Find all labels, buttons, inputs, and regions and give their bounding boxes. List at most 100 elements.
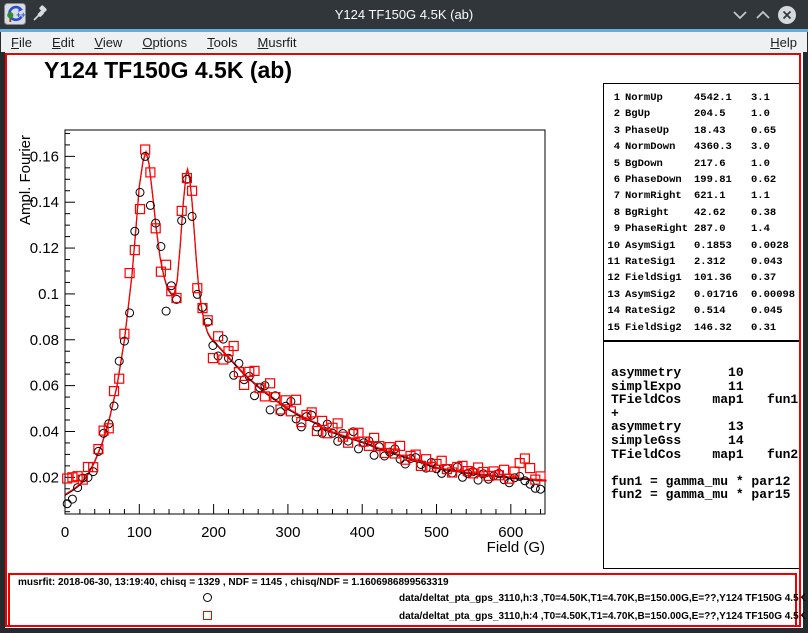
- data-point-circle: [308, 411, 316, 419]
- data-point-circle: [459, 473, 467, 481]
- param-val: 287.0: [694, 221, 746, 237]
- data-point-square: [214, 332, 223, 341]
- data-point-circle: [370, 451, 378, 459]
- param-err: 0.62: [751, 172, 799, 188]
- param-name: PhaseDown: [625, 172, 689, 188]
- param-no: 6: [607, 172, 620, 188]
- data-point-circle: [235, 359, 243, 367]
- param-no: 4: [607, 139, 620, 155]
- param-err: 1.4: [751, 221, 799, 237]
- param-name: AsymSig2: [625, 287, 689, 303]
- param-no: 8: [607, 205, 620, 221]
- param-err: 0.00098: [751, 287, 799, 303]
- circle-marker-icon: [203, 593, 212, 602]
- param-val: 4542.1: [694, 90, 746, 106]
- param-name: NormDown: [625, 139, 689, 155]
- param-name: NormRight: [625, 188, 689, 204]
- data-point-square: [229, 342, 238, 351]
- param-name: RateSig1: [625, 254, 689, 270]
- param-err: 0.38: [751, 205, 799, 221]
- data-point-circle: [219, 335, 227, 343]
- data-point-square: [177, 206, 186, 215]
- data-point-square: [162, 260, 171, 269]
- param-err: 0.65: [751, 123, 799, 139]
- param-name: FieldSig1: [625, 270, 689, 286]
- data-point-circle: [261, 382, 269, 390]
- param-name: FieldSig2: [625, 320, 689, 336]
- data-point-circle: [115, 357, 123, 365]
- param-err: 0.37: [751, 270, 799, 286]
- y-tick-label: 0.12: [30, 240, 59, 257]
- plot-frame: [65, 130, 545, 514]
- param-val: 621.1: [694, 188, 746, 204]
- x-tick-label: 300: [275, 524, 300, 541]
- param-no: 13: [607, 287, 620, 303]
- param-no: 9: [607, 221, 620, 237]
- param-no: 7: [607, 188, 620, 204]
- y-tick-label: 0.04: [30, 423, 59, 440]
- param-val: 146.32: [694, 320, 746, 336]
- param-name: NormUp: [625, 90, 689, 106]
- param-no: 1: [607, 90, 620, 106]
- data-point-circle: [266, 406, 274, 414]
- param-name: BgRight: [625, 205, 689, 221]
- y-tick-label: 0.08: [30, 332, 59, 349]
- info-pad[interactable]: musrfit: 2018-06-30, 13:19:40, chisq = 1…: [8, 573, 797, 627]
- param-val: 0.01716: [694, 287, 746, 303]
- y-tick-label: 0.1: [38, 286, 59, 303]
- param-name: RateSig2: [625, 303, 689, 319]
- data-point-square: [526, 464, 535, 473]
- x-tick-label: 0: [61, 524, 69, 541]
- param-name: BgDown: [625, 156, 689, 172]
- param-no: 10: [607, 238, 620, 254]
- param-err: 3.1: [751, 90, 799, 106]
- data-point-circle: [209, 342, 217, 350]
- param-err: 3.0: [751, 139, 799, 155]
- data-point-square: [188, 186, 197, 195]
- y-tick-label: 0.14: [30, 194, 59, 211]
- data-point-circle: [136, 188, 144, 196]
- param-no: 5: [607, 156, 620, 172]
- param-err: 0.31: [751, 320, 799, 336]
- param-no: 3: [607, 123, 620, 139]
- param-no: 14: [607, 303, 620, 319]
- x-tick-label: 500: [424, 524, 449, 541]
- param-no: 2: [607, 106, 620, 122]
- fit-curve-red: [65, 152, 547, 495]
- param-no: 15: [607, 320, 620, 336]
- square-marker-icon: [203, 611, 212, 620]
- y-tick-label: 0.02: [30, 469, 59, 486]
- data-point-circle: [162, 307, 170, 315]
- param-err: 1.0: [751, 156, 799, 172]
- x-axis-title: Field (G): [487, 539, 545, 556]
- data-point-circle: [323, 420, 331, 428]
- param-val: 42.62: [694, 205, 746, 221]
- legend-entry-h3: data/deltat_pta_gps_3110,h:3 ,T0=4.50K,T…: [10, 592, 795, 604]
- y-axis-title: Ampl. Fourier: [17, 135, 34, 225]
- x-tick-label: 200: [201, 524, 226, 541]
- data-point-circle: [230, 371, 238, 379]
- param-val: 101.36: [694, 270, 746, 286]
- legend-entry-h4: data/deltat_pta_gps_3110,h:4 ,T0=4.50K,T…: [10, 610, 795, 622]
- theory-pad[interactable]: asymmetry 10 simplExpo 11 TFieldCos map1…: [603, 341, 800, 569]
- data-point-circle: [188, 212, 196, 220]
- data-point-circle: [68, 495, 76, 503]
- data-point-square: [292, 395, 301, 404]
- data-point-square: [208, 354, 217, 363]
- param-err: 0.045: [751, 303, 799, 319]
- data-point-square: [266, 379, 275, 388]
- legend-label-h4: data/deltat_pta_gps_3110,h:4 ,T0=4.50K,T…: [399, 611, 808, 622]
- data-point-square: [437, 456, 446, 465]
- y-tick-label: 0.06: [30, 378, 59, 395]
- param-no: 12: [607, 270, 620, 286]
- data-point-circle: [126, 309, 134, 317]
- param-err: 1.1: [751, 188, 799, 204]
- data-point-circle: [110, 402, 118, 410]
- param-val: 18.43: [694, 123, 746, 139]
- data-point-circle: [167, 282, 175, 290]
- theory-text: asymmetry 10 simplExpo 11 TFieldCos map1…: [604, 342, 799, 502]
- data-point-circle: [63, 500, 71, 508]
- param-name: BgUp: [625, 106, 689, 122]
- fit-parameters-pad[interactable]: 1NormUp4542.13.12BgUp204.51.03PhaseUp18.…: [603, 83, 800, 341]
- param-val: 217.6: [694, 156, 746, 172]
